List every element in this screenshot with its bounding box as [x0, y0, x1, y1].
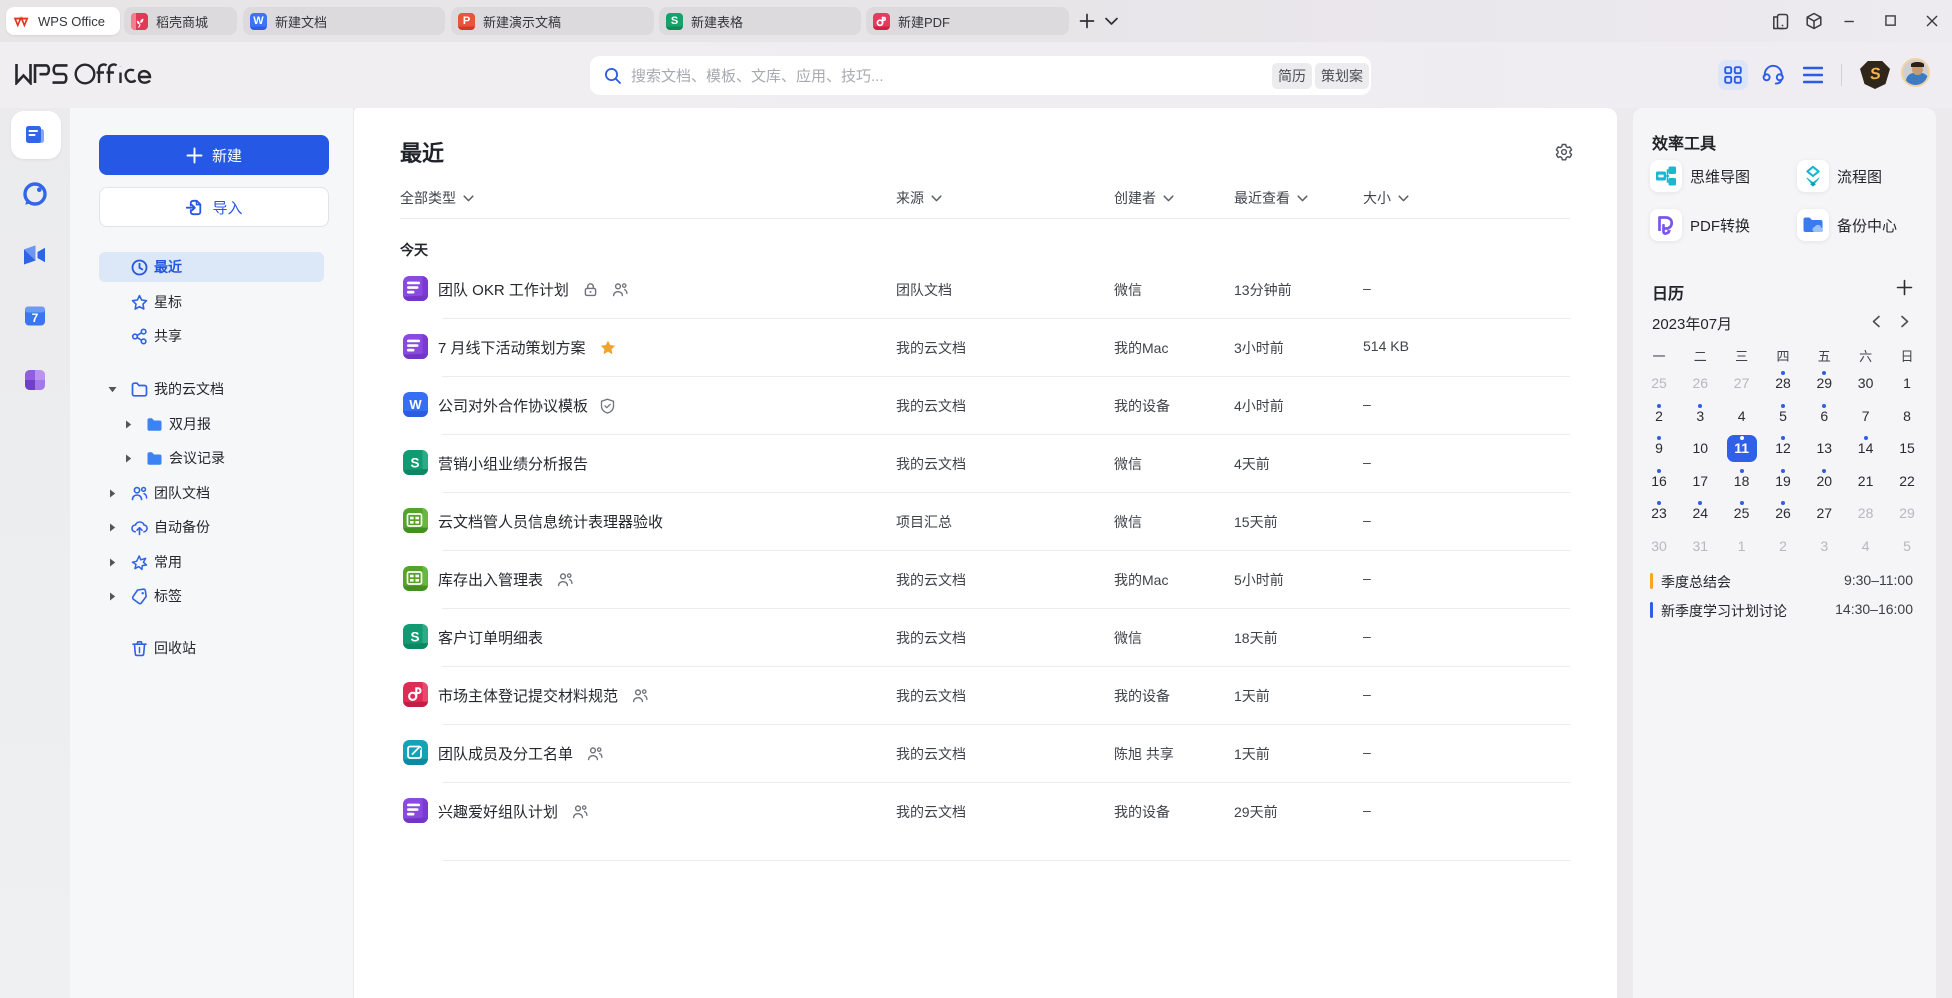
svg-text:7: 7	[32, 311, 39, 325]
svg-text:S: S	[410, 629, 419, 644]
svg-text:S: S	[410, 455, 419, 470]
svg-text:W: W	[409, 397, 422, 412]
